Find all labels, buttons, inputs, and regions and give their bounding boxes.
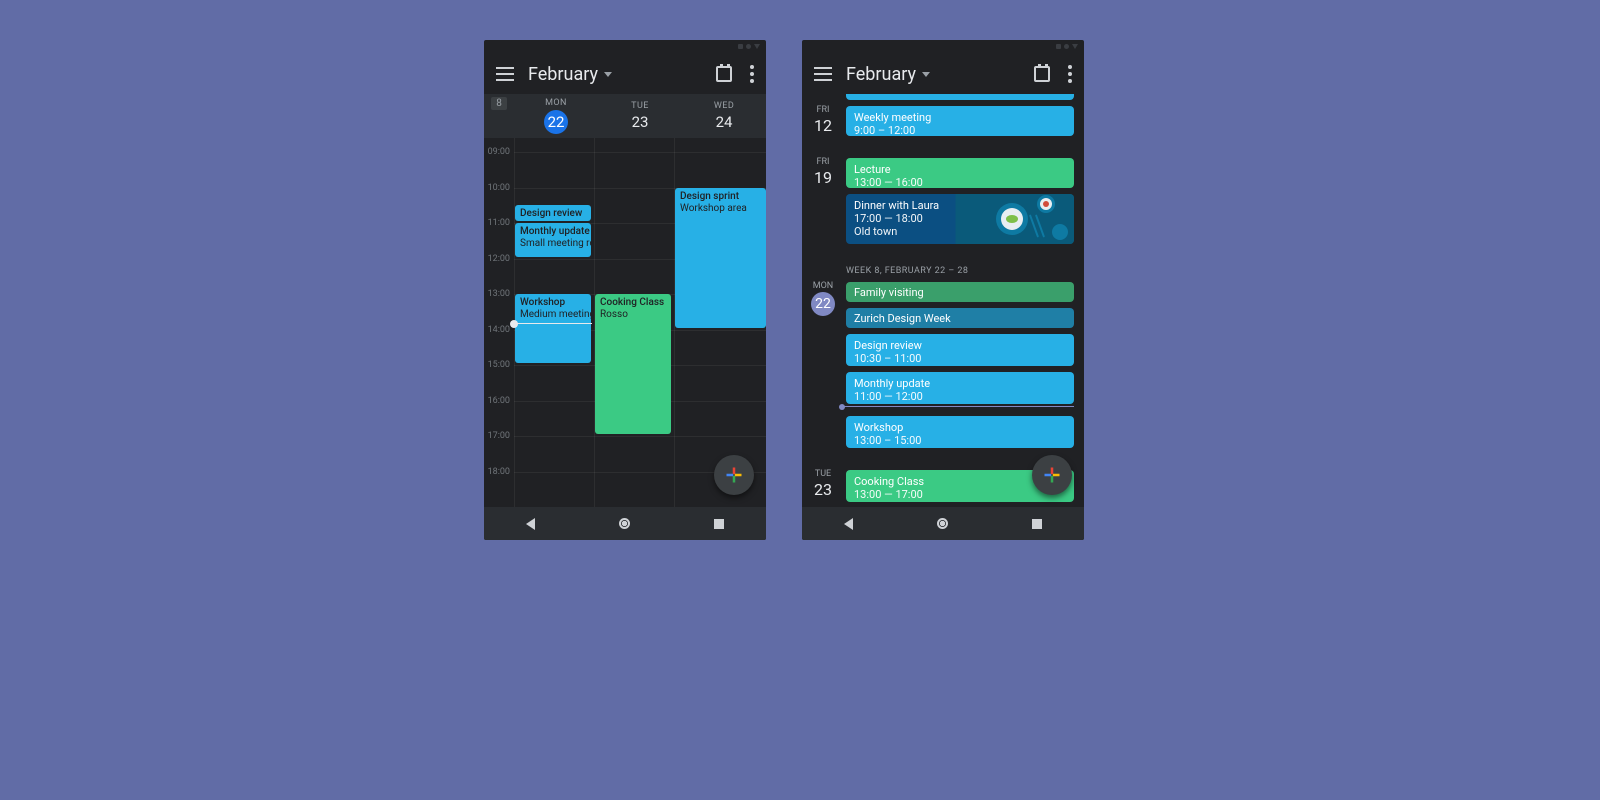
- phone-week-view: February 8 MON 22 TUE 23 WED 24 09:00 10:…: [484, 40, 766, 540]
- window-controls: [738, 44, 760, 49]
- day-header-tue[interactable]: TUE 23: [598, 94, 682, 138]
- agenda-event[interactable]: Dinner with Laura17:00 — 18:00Old town: [846, 194, 1074, 244]
- nav-back-icon[interactable]: [526, 518, 535, 530]
- agenda-event[interactable]: Family visiting: [846, 282, 1074, 302]
- today-icon[interactable]: [1034, 66, 1050, 82]
- agenda-event[interactable]: Lecture13:00 — 16:00: [846, 158, 1074, 188]
- today-icon[interactable]: [716, 66, 732, 82]
- month-label: February: [846, 64, 916, 85]
- calendar-event[interactable]: Design review: [515, 205, 591, 221]
- plus-icon: [724, 465, 744, 485]
- hour-label: 13:00: [484, 289, 514, 299]
- agenda-date: FRI12: [802, 105, 844, 135]
- hour-label: 15:00: [484, 360, 514, 370]
- add-event-fab[interactable]: [714, 455, 754, 495]
- week-header: WEEK 8, FEBRUARY 22 – 28: [846, 266, 968, 276]
- agenda-list[interactable]: FRI12Weekly meeting9:00 – 12:00FRI19Lect…: [802, 94, 1084, 507]
- agenda-date: MON22: [802, 281, 844, 316]
- calendar-event[interactable]: Monthly updateSmall meeting ro: [515, 223, 591, 257]
- overflow-menu-icon[interactable]: [750, 65, 754, 83]
- appbar: February: [802, 54, 1084, 94]
- agenda-event[interactable]: Workshop13:00 – 15:00: [846, 416, 1074, 448]
- hour-label: 16:00: [484, 396, 514, 406]
- calendar-event[interactable]: WorkshopMedium meeting: [515, 294, 591, 363]
- nav-back-icon[interactable]: [844, 518, 853, 530]
- phone-agenda-view: February FRI12Weekly meeting9:00 – 12:00…: [802, 40, 1084, 540]
- month-dropdown[interactable]: February: [528, 64, 612, 85]
- agenda-event[interactable]: Weekly meeting9:00 – 12:00: [846, 106, 1074, 136]
- menu-icon[interactable]: [814, 67, 832, 81]
- nav-home-icon[interactable]: [937, 518, 948, 529]
- current-time-indicator: [514, 323, 592, 324]
- calendar-event[interactable]: Cooking ClassRosso: [595, 294, 671, 434]
- week-grid[interactable]: 09:00 10:00 11:00 12:00 13:00 14:00 15:00 16:00…: [484, 138, 766, 507]
- nav-recent-icon[interactable]: [1032, 519, 1042, 529]
- agenda-event[interactable]: Design review10:30 – 11:00: [846, 334, 1074, 366]
- agenda-event[interactable]: Monthly update11:00 — 12:00: [846, 372, 1074, 404]
- agenda-event[interactable]: [846, 94, 1074, 100]
- event-illustration: [984, 194, 1074, 244]
- hour-label: 17:00: [484, 431, 514, 441]
- overflow-menu-icon[interactable]: [1068, 65, 1072, 83]
- chevron-down-icon: [604, 72, 612, 77]
- android-navbar: [802, 507, 1084, 540]
- agenda-date: TUE23: [802, 469, 844, 499]
- appbar: February: [484, 54, 766, 94]
- hour-label: 10:00: [484, 183, 514, 193]
- agenda-date: FRI19: [802, 157, 844, 187]
- hour-label: 11:00: [484, 218, 514, 228]
- menu-icon[interactable]: [496, 67, 514, 81]
- hour-label: 12:00: [484, 254, 514, 264]
- chevron-down-icon: [922, 72, 930, 77]
- window-controls: [1056, 44, 1078, 49]
- calendar-event[interactable]: Design sprintWorkshop area: [675, 188, 766, 328]
- day-header-mon[interactable]: MON 22: [514, 94, 598, 138]
- add-event-fab[interactable]: [1032, 455, 1072, 495]
- month-dropdown[interactable]: February: [846, 64, 930, 85]
- current-time-indicator: [842, 406, 1074, 407]
- plus-icon: [1042, 465, 1062, 485]
- week-number-badge: 8: [484, 94, 514, 138]
- hour-label: 14:00: [484, 325, 514, 335]
- nav-recent-icon[interactable]: [714, 519, 724, 529]
- android-navbar: [484, 507, 766, 540]
- hour-label: 09:00: [484, 147, 514, 157]
- day-header-wed[interactable]: WED 24: [682, 94, 766, 138]
- agenda-event[interactable]: Zurich Design Week: [846, 308, 1074, 328]
- day-header-row: 8 MON 22 TUE 23 WED 24: [484, 94, 766, 138]
- month-label: February: [528, 64, 598, 85]
- nav-home-icon[interactable]: [619, 518, 630, 529]
- hour-label: 18:00: [484, 467, 514, 477]
